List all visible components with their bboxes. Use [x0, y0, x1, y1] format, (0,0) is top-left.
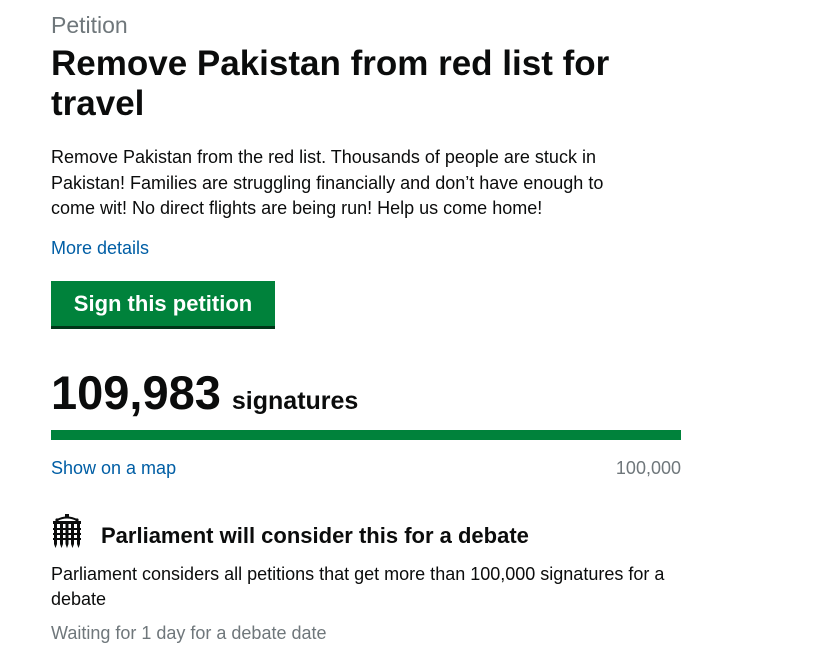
more-details-link[interactable]: More details [51, 236, 149, 260]
signature-count-number: 109,983 [51, 366, 221, 419]
signature-target: 100,000 [615, 458, 681, 478]
signature-count-label: signatures [231, 387, 359, 415]
debate-status: Waiting for 1 day for a debate date [51, 623, 327, 643]
debate-heading: Parliament will consider this for a deba… [101, 523, 529, 548]
show-on-map-link[interactable]: Show on a map [51, 456, 176, 480]
signature-progress-bar [51, 430, 681, 440]
signature-progress-fill [51, 430, 681, 440]
debate-description: Parliament considers all petitions that … [51, 564, 665, 609]
petition-caption: Petition [51, 12, 128, 38]
portcullis-icon [52, 514, 82, 548]
sign-petition-button[interactable]: Sign this petition [51, 281, 275, 329]
signature-count: 109,983 signatures [51, 365, 358, 421]
petition-title: Remove Pakistan from red list for travel [51, 44, 610, 123]
petition-summary: Remove Pakistan from the red list. Thous… [51, 147, 604, 218]
